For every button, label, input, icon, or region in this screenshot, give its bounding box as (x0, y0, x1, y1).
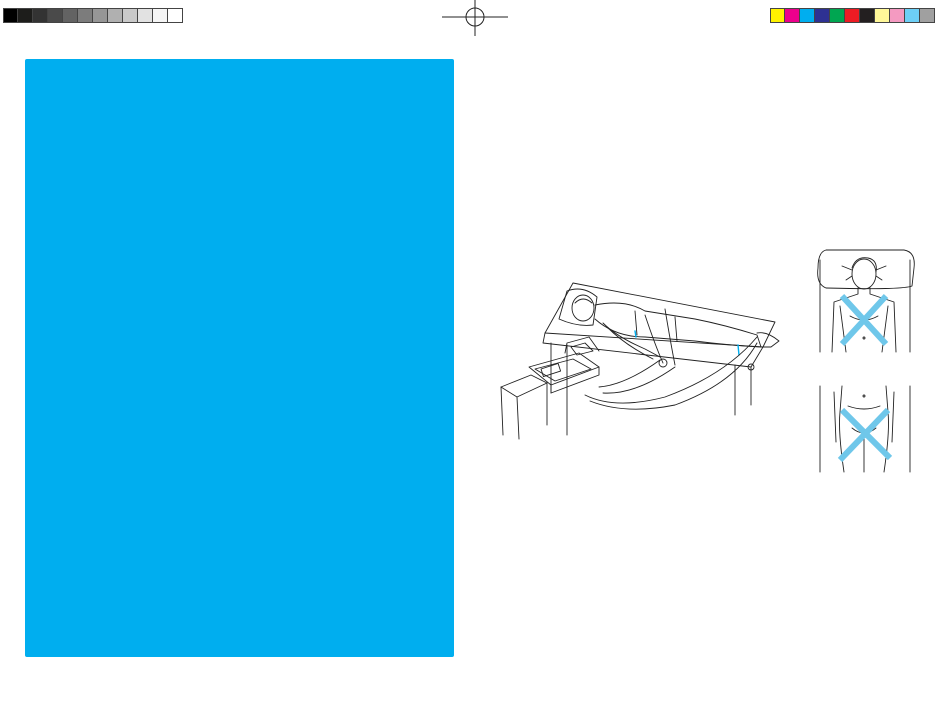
color-swatch-5 (830, 8, 845, 23)
color-swatch-4 (815, 8, 830, 23)
gray-swatch-1 (3, 8, 18, 23)
color-swatch-3 (800, 8, 815, 23)
gray-swatch-2 (18, 8, 33, 23)
gray-swatch-5 (63, 8, 78, 23)
gray-swatch-8 (108, 8, 123, 23)
color-swatch-1 (770, 8, 785, 23)
color-swatch-8 (875, 8, 890, 23)
color-swatch-10 (905, 8, 920, 23)
color-swatch-11 (920, 8, 935, 23)
gray-swatch-4 (48, 8, 63, 23)
chest-electrode-placement-illustration (817, 249, 915, 353)
gray-swatch-3 (33, 8, 48, 23)
gray-swatch-7 (93, 8, 108, 23)
patient-ecg-setup-illustration (500, 282, 780, 440)
gray-swatch-10 (138, 8, 153, 23)
registration-mark-icon (442, 0, 508, 36)
grayscale-calibration-strip (3, 8, 183, 24)
gray-swatch-12 (168, 8, 183, 23)
color-swatch-6 (845, 8, 860, 23)
pelvis-electrode-placement-illustration (819, 385, 911, 473)
color-swatch-9 (890, 8, 905, 23)
color-swatch-2 (785, 8, 800, 23)
gray-swatch-6 (78, 8, 93, 23)
gray-swatch-9 (123, 8, 138, 23)
gray-swatch-11 (153, 8, 168, 23)
blue-content-panel (25, 59, 454, 657)
color-calibration-strip (770, 8, 935, 24)
color-swatch-7 (860, 8, 875, 23)
